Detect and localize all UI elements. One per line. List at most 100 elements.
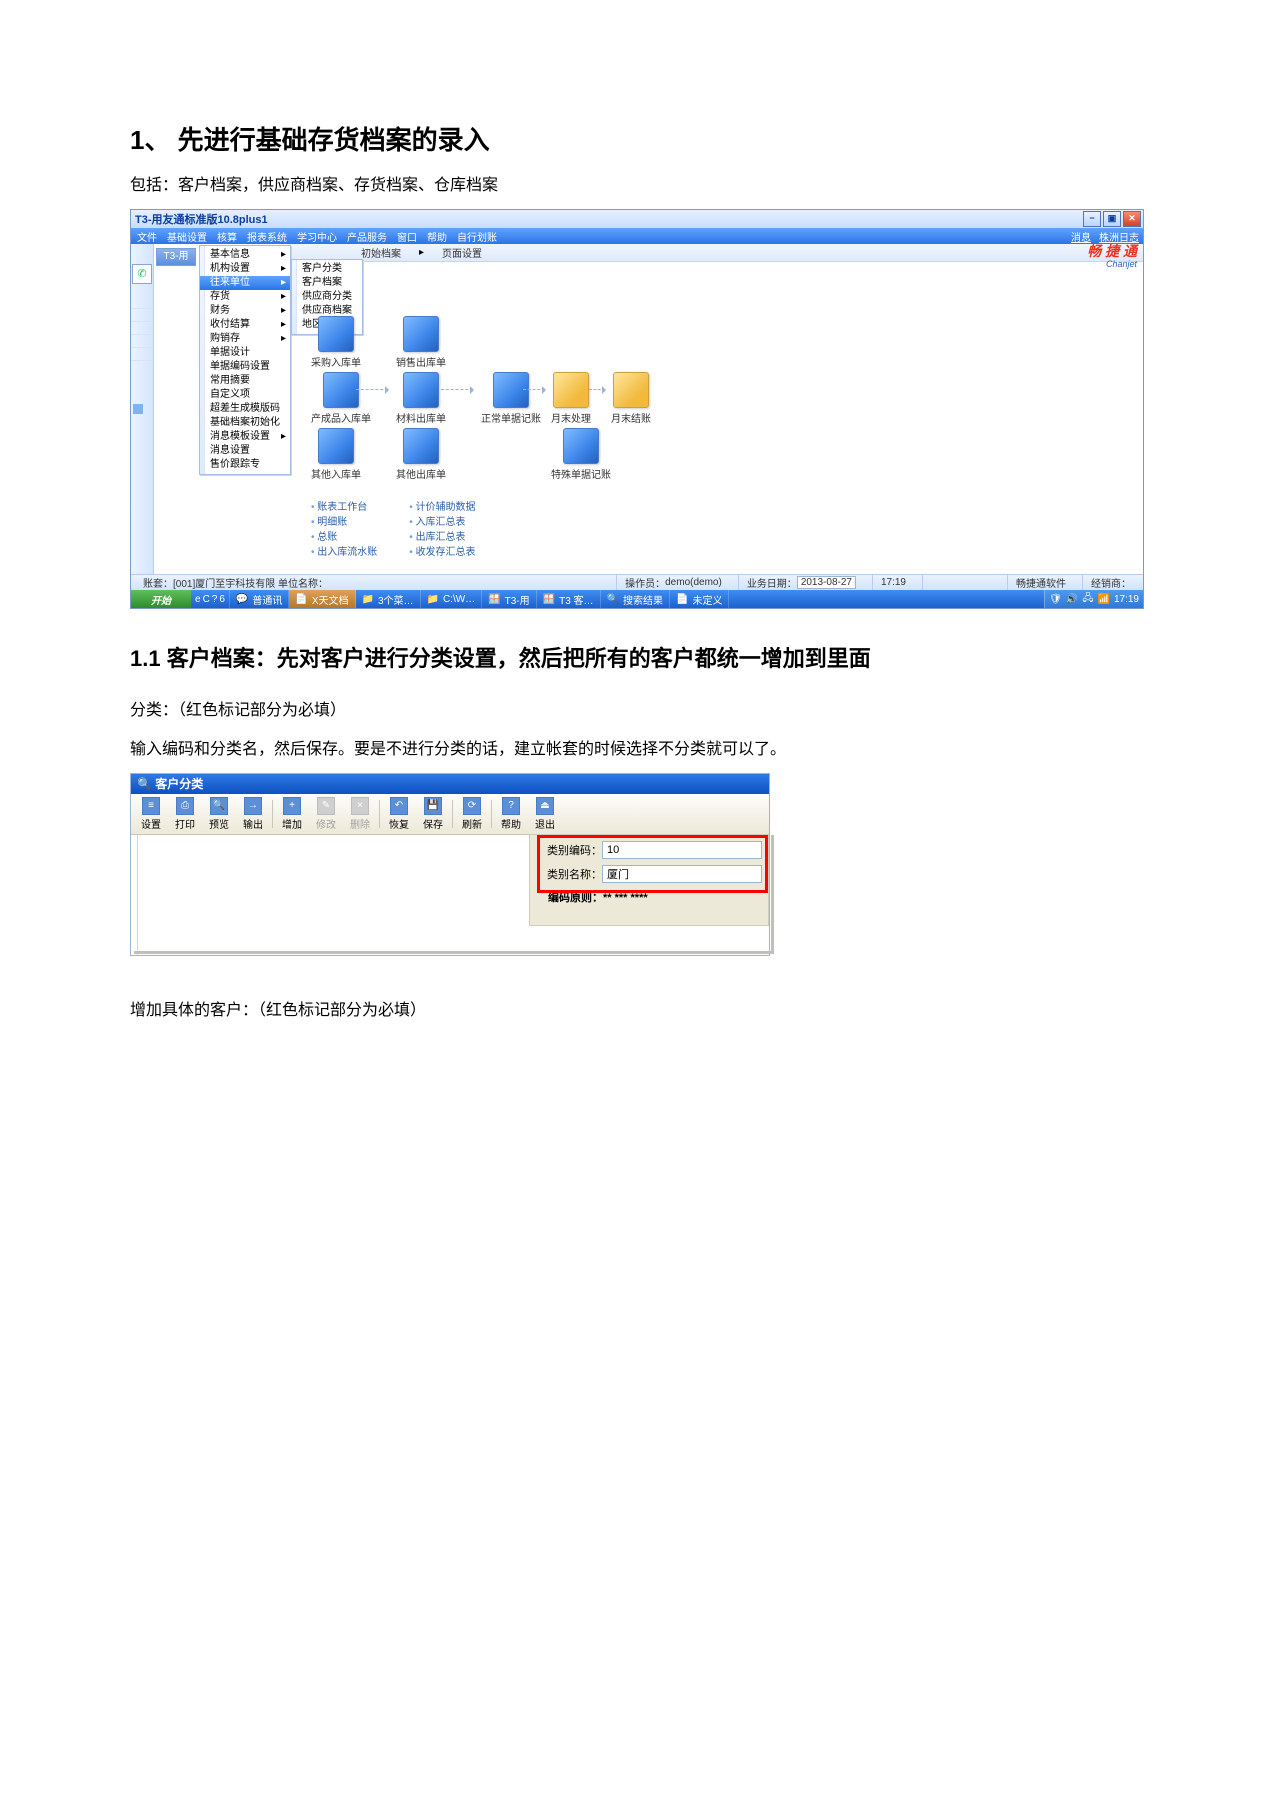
pm2-item[interactable]: 客户分类 [292,262,362,276]
arrow-icon [356,389,388,390]
minimize-button[interactable]: − [1083,211,1101,227]
pm1-item-active[interactable]: 往来单位▸ [200,276,290,290]
ql[interactable]: 明细账 [311,513,377,528]
恢复-icon: ↶ [390,797,408,815]
tb-打印-button[interactable]: ⎙打印 [168,796,202,832]
pm1-item[interactable]: 单据编码设置 [200,360,290,374]
close-button[interactable]: ✕ [1123,211,1141,227]
menu-audit[interactable]: 核算 [217,229,237,244]
pm1-item[interactable]: 超差生成模版码 [200,402,290,416]
tb-item-1[interactable]: 初始档案 [361,245,401,260]
ql[interactable]: 账表工作台 [311,498,377,513]
sb-prod: 畅捷通软件 [1007,575,1074,590]
ql[interactable]: 出库汇总表 [409,528,475,543]
pm1-item[interactable]: 存货▸ [200,290,290,304]
pm1-item[interactable]: 收付结算▸ [200,318,290,332]
tb-item[interactable]: 🔍 搜索结果 [601,590,670,608]
pm1-item[interactable]: 机构设置▸ [200,262,290,276]
pm1-item[interactable]: 单据设计 [200,346,290,360]
dialog-toolbar: ≡设置⎙打印🔍预览→输出+增加✎修改×删除↶恢复💾保存⟳刷新?帮助⏏退出 [131,794,769,835]
link-log[interactable]: 株洲日志 [1099,229,1139,244]
tb-item[interactable]: 🪟 T3-用 [482,590,536,608]
tray-icon[interactable]: 🖧 [1082,591,1093,608]
ql-icon[interactable]: ? [212,594,218,605]
code-input[interactable] [602,841,762,859]
ql[interactable]: 总账 [311,528,377,543]
start-pill: T3-用 [156,248,196,266]
pm1-item[interactable]: 消息模板设置▸ [200,430,290,444]
pm1-item[interactable]: 基本信息▸ [200,248,290,262]
wf-sale-out[interactable]: 销售出库单 [396,316,446,369]
pm1-item[interactable]: 购销存▸ [200,332,290,346]
wf-month-proc[interactable]: 月末处理 [551,372,591,425]
customer-class-dialog: 🔍 客户分类 ≡设置⎙打印🔍预览→输出+增加✎修改×删除↶恢复💾保存⟳刷新?帮助… [130,773,770,956]
pm2-item[interactable]: 供应商分类 [292,290,362,304]
tb-item[interactable]: 📁 3个菜… [356,590,421,608]
quick-links: 账表工作台 明细账 总账 出入库流水账 计价辅助数据 入库汇总表 出库汇总表 收… [311,498,476,558]
tb-item-2[interactable]: 页面设置 [442,245,482,260]
menu-cross[interactable]: 自行划账 [457,229,497,244]
tray-icon[interactable]: 📶 [1098,594,1110,605]
wf-purchase-in[interactable]: 采购入库单 [311,316,361,369]
arrow-icon [589,389,605,390]
menu-base[interactable]: 基础设置 [167,229,207,244]
pm2-item[interactable]: 客户档案 [292,276,362,290]
system-tray: 🛡 🔊 🖧 📶 17:19 [1044,590,1143,608]
tb-预览-button[interactable]: 🔍预览 [202,796,236,832]
tb-修改-button: ✎修改 [309,796,343,832]
pm1-item[interactable]: 自定义项 [200,388,290,402]
tb-退出-button[interactable]: ⏏退出 [528,796,562,832]
doc-p1: 包括：客户档案，供应商档案、存货档案、仓库档案 [130,171,1144,201]
link-messages[interactable]: 消息 [1071,229,1091,244]
ql-icon[interactable]: e [195,594,201,605]
menu-file[interactable]: 文件 [137,229,157,244]
menu-window[interactable]: 窗口 [397,229,417,244]
menu-learn[interactable]: 学习中心 [297,229,337,244]
dock-tab[interactable] [133,404,143,414]
sb-date[interactable]: 2013-08-27 [797,576,856,589]
wf-month-close[interactable]: 月末结账 [611,372,651,425]
tb-设置-button[interactable]: ≡设置 [134,796,168,832]
ql[interactable]: 收发存汇总表 [409,543,475,558]
menu-report[interactable]: 报表系统 [247,229,287,244]
status-bar: 账套：[001]厦门至宇科技有限 单位名称： 操作员：demo(demo) 业务… [131,574,1143,590]
tb-刷新-button[interactable]: ⟳刷新 [455,796,489,832]
tray-icon[interactable]: 🛡 [1049,594,1062,605]
ql[interactable]: 入库汇总表 [409,513,475,528]
tb-item[interactable]: 📄 未定义 [670,590,729,608]
tray-icon[interactable]: 🔊 [1066,594,1078,605]
pm1-item[interactable]: 财务▸ [200,304,290,318]
ql[interactable]: 计价辅助数据 [409,498,475,513]
tb-删除-button: ×删除 [343,796,377,832]
pm1-item[interactable]: 售价跟踪专 [200,458,290,472]
arrow-icon [523,389,545,390]
sb-operator: demo(demo) [665,577,722,588]
ql-icon[interactable]: C [203,594,210,605]
wf-other-in[interactable]: 其他入库单 [311,428,361,481]
phone-icon[interactable]: ✆ [132,264,152,284]
tb-输出-button[interactable]: →输出 [236,796,270,832]
tb-保存-button[interactable]: 💾保存 [416,796,450,832]
tb-帮助-button[interactable]: ?帮助 [494,796,528,832]
ql-icon[interactable]: 6 [219,594,225,605]
tb-恢复-button[interactable]: ↶恢复 [382,796,416,832]
pm1-item[interactable]: 消息设置 [200,444,290,458]
menu-service[interactable]: 产品服务 [347,229,387,244]
name-input[interactable] [602,865,762,883]
wf-product-in[interactable]: 产成品入库单 [311,372,371,425]
wf-other-out[interactable]: 其他出库单 [396,428,446,481]
tb-增加-button[interactable]: +增加 [275,796,309,832]
wf-material-out[interactable]: 材料出库单 [396,372,446,425]
restore-button[interactable]: ▣ [1103,211,1121,227]
tb-item[interactable]: 📄 X天文档 [289,590,355,608]
wf-normal-post[interactable]: 正常单据记账 [481,372,541,425]
tb-item[interactable]: 🪟 T3 客… [537,590,601,608]
tb-item[interactable]: 💬 普通讯 [230,590,289,608]
menu-help[interactable]: 帮助 [427,229,447,244]
ql[interactable]: 出入库流水账 [311,543,377,558]
tb-item[interactable]: 📁 C:\W… [421,590,483,608]
pm1-item[interactable]: 常用摘要 [200,374,290,388]
wf-special-post[interactable]: 特殊单据记账 [551,428,611,481]
pm1-item[interactable]: 基础档案初始化 [200,416,290,430]
start-button[interactable]: 开始 [131,590,191,608]
